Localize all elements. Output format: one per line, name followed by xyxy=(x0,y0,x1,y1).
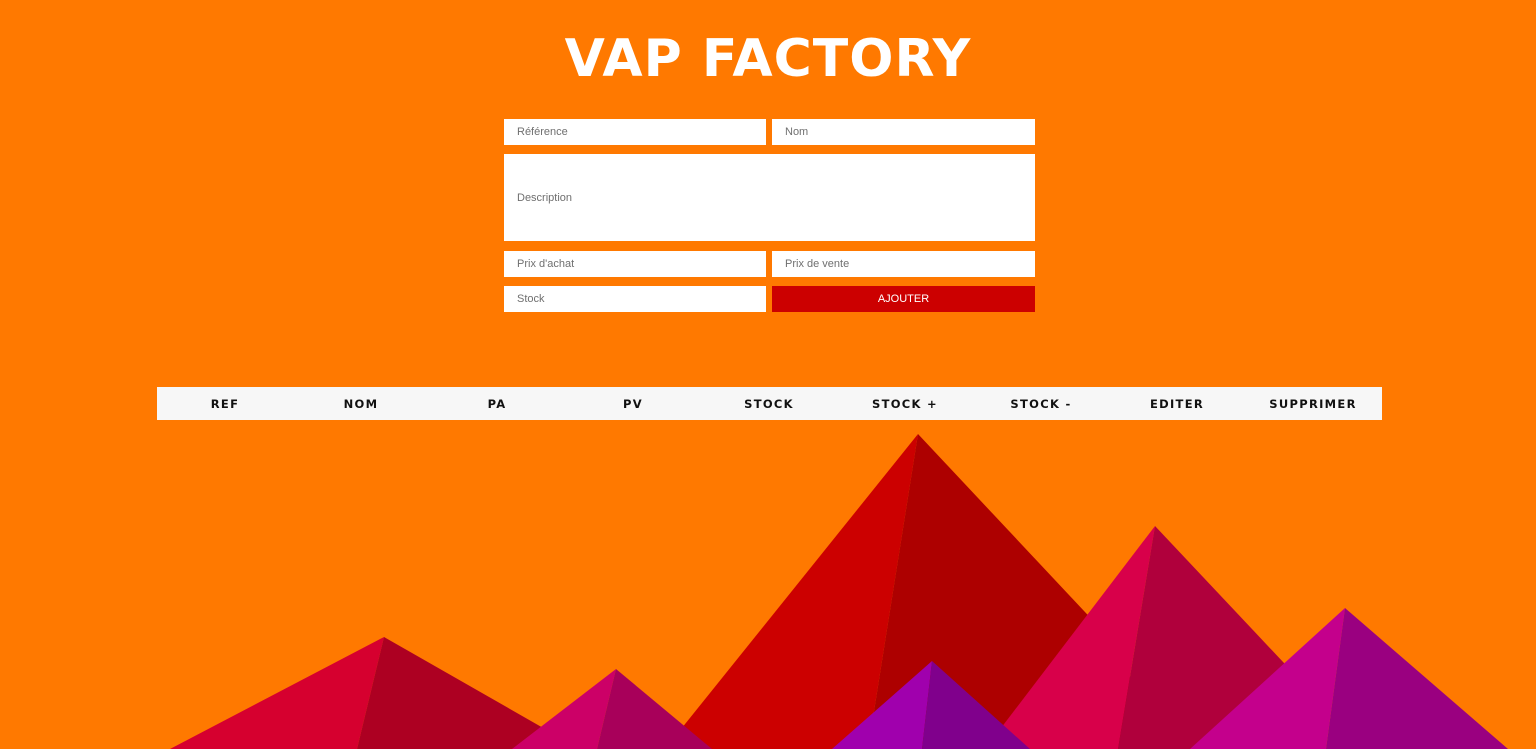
mountain-left-light xyxy=(170,637,384,749)
mountain-small-dark xyxy=(597,669,712,749)
table-header-row: REF NOM PA PV STOCK STOCK + STOCK - EDIT… xyxy=(157,387,1382,420)
mountain-far-right-dark xyxy=(1326,608,1508,749)
description-textarea[interactable] xyxy=(504,154,1035,241)
reference-input[interactable] xyxy=(504,119,766,145)
column-header-stock-minus: STOCK - xyxy=(1010,396,1072,411)
column-header-stock: STOCK xyxy=(744,396,794,411)
column-header-nom: NOM xyxy=(343,396,379,411)
add-button[interactable]: AJOUTER xyxy=(772,286,1035,312)
page-title: VAP FACTORY xyxy=(564,29,972,89)
column-header-pa: PA xyxy=(487,396,507,411)
mountains-background xyxy=(170,434,1508,749)
prix-vente-input[interactable] xyxy=(772,251,1035,277)
column-header-pv: PV xyxy=(623,396,643,411)
nom-input[interactable] xyxy=(772,119,1035,145)
column-header-editer: EDITER xyxy=(1149,396,1205,411)
column-header-ref: REF xyxy=(210,396,240,411)
prix-achat-input[interactable] xyxy=(504,251,766,277)
stock-input[interactable] xyxy=(504,286,766,312)
column-header-stock-plus: STOCK + xyxy=(872,396,938,411)
column-header-supprimer: SUPPRIMER xyxy=(1269,396,1357,411)
